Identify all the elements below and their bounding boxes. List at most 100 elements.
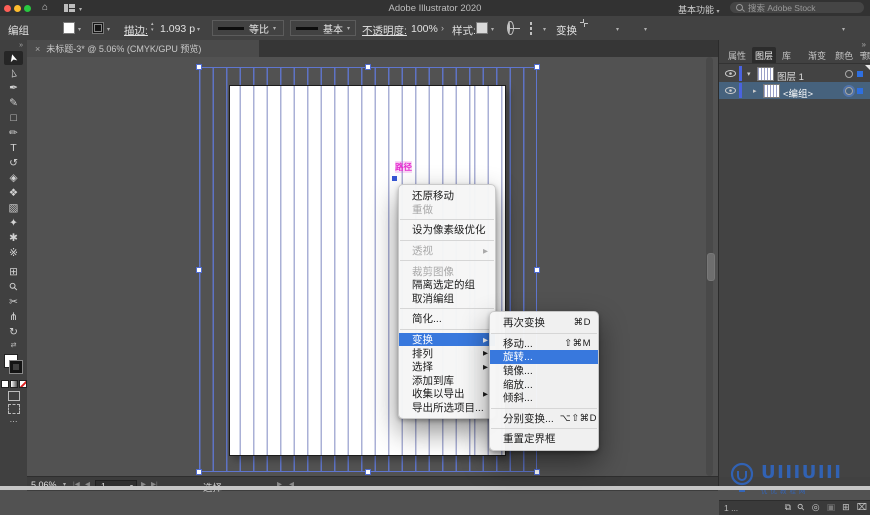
transform-link[interactable]: 变换 (556, 23, 577, 38)
context-menu-item-15[interactable]: 选择 ▶ (399, 360, 495, 374)
context-menu-item-11[interactable]: 简化... (399, 312, 495, 326)
layer-thumbnail[interactable] (757, 67, 774, 81)
eyedropper-tool[interactable]: ✦ (4, 216, 23, 230)
chevron-down-icon[interactable]: ▾ (107, 26, 110, 33)
stroke-color-swatch[interactable] (92, 22, 104, 34)
panel-tab-3[interactable]: 渐变 (805, 47, 829, 64)
target-circle-icon[interactable] (845, 87, 853, 95)
document-setup-globe-icon[interactable] (508, 21, 510, 34)
transform-submenu-item-6[interactable]: 倾斜... (490, 391, 598, 405)
transform-submenu-item-5[interactable]: 缩放... (490, 377, 598, 391)
selection-handle[interactable] (534, 64, 540, 70)
chevron-down-icon[interactable]: ▾ (491, 26, 494, 33)
anchor-point[interactable] (392, 176, 397, 181)
pen-tool[interactable]: ✒ (4, 81, 23, 95)
context-menu-item-8[interactable]: 隔离选定的组 (399, 278, 495, 292)
opacity-value[interactable]: 100% (411, 23, 438, 35)
vertical-scrollbar[interactable] (706, 57, 715, 476)
swap-fill-stroke-icon[interactable]: ⇄ (0, 341, 27, 349)
style-swatch[interactable] (476, 22, 488, 34)
stroke-label[interactable]: 描边: (124, 23, 148, 38)
artboard-tool[interactable]: ⊞ (4, 265, 23, 279)
transform-submenu-item-10[interactable]: 重置定界框 (490, 432, 598, 446)
visibility-eye-icon[interactable] (725, 70, 736, 77)
opacity-label[interactable]: 不透明度: (362, 23, 407, 38)
canvas[interactable]: 路径 (27, 57, 718, 476)
edit-toolbar-icon[interactable]: ⋯ (0, 417, 27, 426)
rotate-tool[interactable]: ↺ (4, 156, 23, 170)
selection-handle[interactable] (196, 64, 202, 70)
color-button[interactable] (0, 380, 9, 388)
symbol-sprayer-tool[interactable]: ※ (4, 246, 23, 260)
gradient-tool[interactable]: ▧ (4, 201, 23, 215)
transform-submenu-item-8[interactable]: 分别变换... ⌥⇧⌘D (490, 412, 598, 426)
selection-handle[interactable] (196, 266, 202, 273)
layer-thumbnail[interactable] (763, 84, 780, 98)
panel-tab-2[interactable]: 库 (779, 47, 794, 64)
gradient-button[interactable] (9, 380, 18, 388)
selection-handle[interactable] (365, 469, 371, 475)
select-similar-icon[interactable] (530, 22, 532, 35)
selection-indicator[interactable] (857, 87, 863, 94)
scale-tool[interactable]: ◈ (4, 171, 23, 185)
selection-handle[interactable] (534, 266, 540, 273)
context-menu-item-17[interactable]: 收集以导出 ▶ (399, 387, 495, 401)
new-layer-icon[interactable]: ⊞ (842, 502, 850, 513)
expand-tools-icon[interactable]: » (0, 40, 27, 50)
fill-color-swatch[interactable] (63, 22, 75, 34)
panel-tab-1[interactable]: 图层 (752, 46, 777, 64)
chevron-down-icon[interactable]: ▾ (543, 26, 546, 33)
slice-tool[interactable]: ✂ (4, 295, 23, 309)
chevron-down-icon[interactable]: ▾ (842, 26, 845, 33)
shape-builder-tool[interactable]: ❖ (4, 186, 23, 200)
transform-submenu-item-2[interactable]: 移动... ⇧⌘M (490, 337, 598, 351)
chevron-down-icon[interactable]: ▾ (644, 26, 647, 33)
target-circle-icon[interactable] (845, 70, 853, 78)
chevron-down-icon[interactable]: ▾ (747, 70, 751, 78)
chevron-down-icon[interactable]: ▾ (78, 26, 81, 33)
rectangle-tool[interactable]: □ (4, 111, 23, 125)
panel-tab-4[interactable]: 颜色 (832, 47, 856, 64)
direct-selection-tool[interactable]: ▻ (4, 66, 23, 80)
screen-mode-icon[interactable] (7, 404, 20, 414)
layer-row[interactable]: ▾ 图层 1 (719, 65, 870, 83)
chevron-right-icon[interactable]: › (441, 23, 444, 33)
selection-handle[interactable] (365, 64, 371, 70)
zoom-tool[interactable]: ⚲ (4, 280, 23, 294)
transform-submenu-item-3[interactable]: 旋转... (490, 350, 598, 364)
rotate-view-tool[interactable]: ↻ (4, 325, 23, 339)
curvature-tool[interactable]: ✎ (4, 96, 23, 110)
visibility-eye-icon[interactable] (725, 87, 736, 94)
chevron-down-icon[interactable]: ▾ (197, 26, 200, 33)
scrollbar-thumb[interactable] (706, 253, 715, 281)
context-menu-item-16[interactable]: 添加到库 (399, 374, 495, 388)
stock-search-input[interactable]: 搜索 Adobe Stock (730, 2, 864, 13)
context-menu-item-18[interactable]: 导出所选项目... (399, 401, 495, 415)
chevron-down-icon[interactable]: ▾ (616, 26, 619, 33)
context-menu-item-0[interactable]: 还原移动 (399, 189, 495, 203)
none-button[interactable] (18, 380, 27, 388)
paintbrush-tool[interactable]: ✏ (4, 126, 23, 140)
panel-tab-0[interactable]: 属性 (725, 47, 749, 64)
export-icon[interactable]: ⧉ (785, 502, 791, 513)
layer-name[interactable]: 图层 1 (777, 69, 804, 83)
draw-mode-icon[interactable] (7, 391, 20, 401)
context-menu-item-3[interactable]: 设为像素级优化 (399, 223, 495, 237)
brush-dropdown[interactable]: 基本 ▾ (290, 20, 356, 36)
context-menu-item-13[interactable]: 变换 ▶ (399, 332, 495, 347)
selection-indicator[interactable] (857, 70, 863, 77)
fill-stroke-indicator[interactable] (0, 352, 27, 378)
document-tab[interactable]: × 未标题-3* @ 5.06% (CMYK/GPU 预览) (27, 40, 259, 57)
stroke-width-value[interactable]: 1.093 p (160, 23, 195, 35)
chevron-right-icon[interactable]: ▸ (753, 87, 757, 95)
search-icon[interactable]: ⚲ (795, 501, 807, 513)
selection-handle[interactable] (196, 469, 202, 475)
stroke-stepper[interactable]: ▴ ▾ (151, 21, 154, 33)
panel-menu-icon[interactable]: ≡ (860, 49, 865, 59)
width-tool[interactable]: ⋔ (4, 310, 23, 324)
type-tool[interactable]: T (4, 141, 23, 155)
transform-submenu-item-0[interactable]: 再次变换 ⌘D (490, 316, 598, 330)
blend-tool[interactable]: ✱ (4, 231, 23, 245)
close-tab-icon[interactable]: × (35, 44, 40, 54)
context-menu-item-9[interactable]: 取消编组 (399, 292, 495, 306)
